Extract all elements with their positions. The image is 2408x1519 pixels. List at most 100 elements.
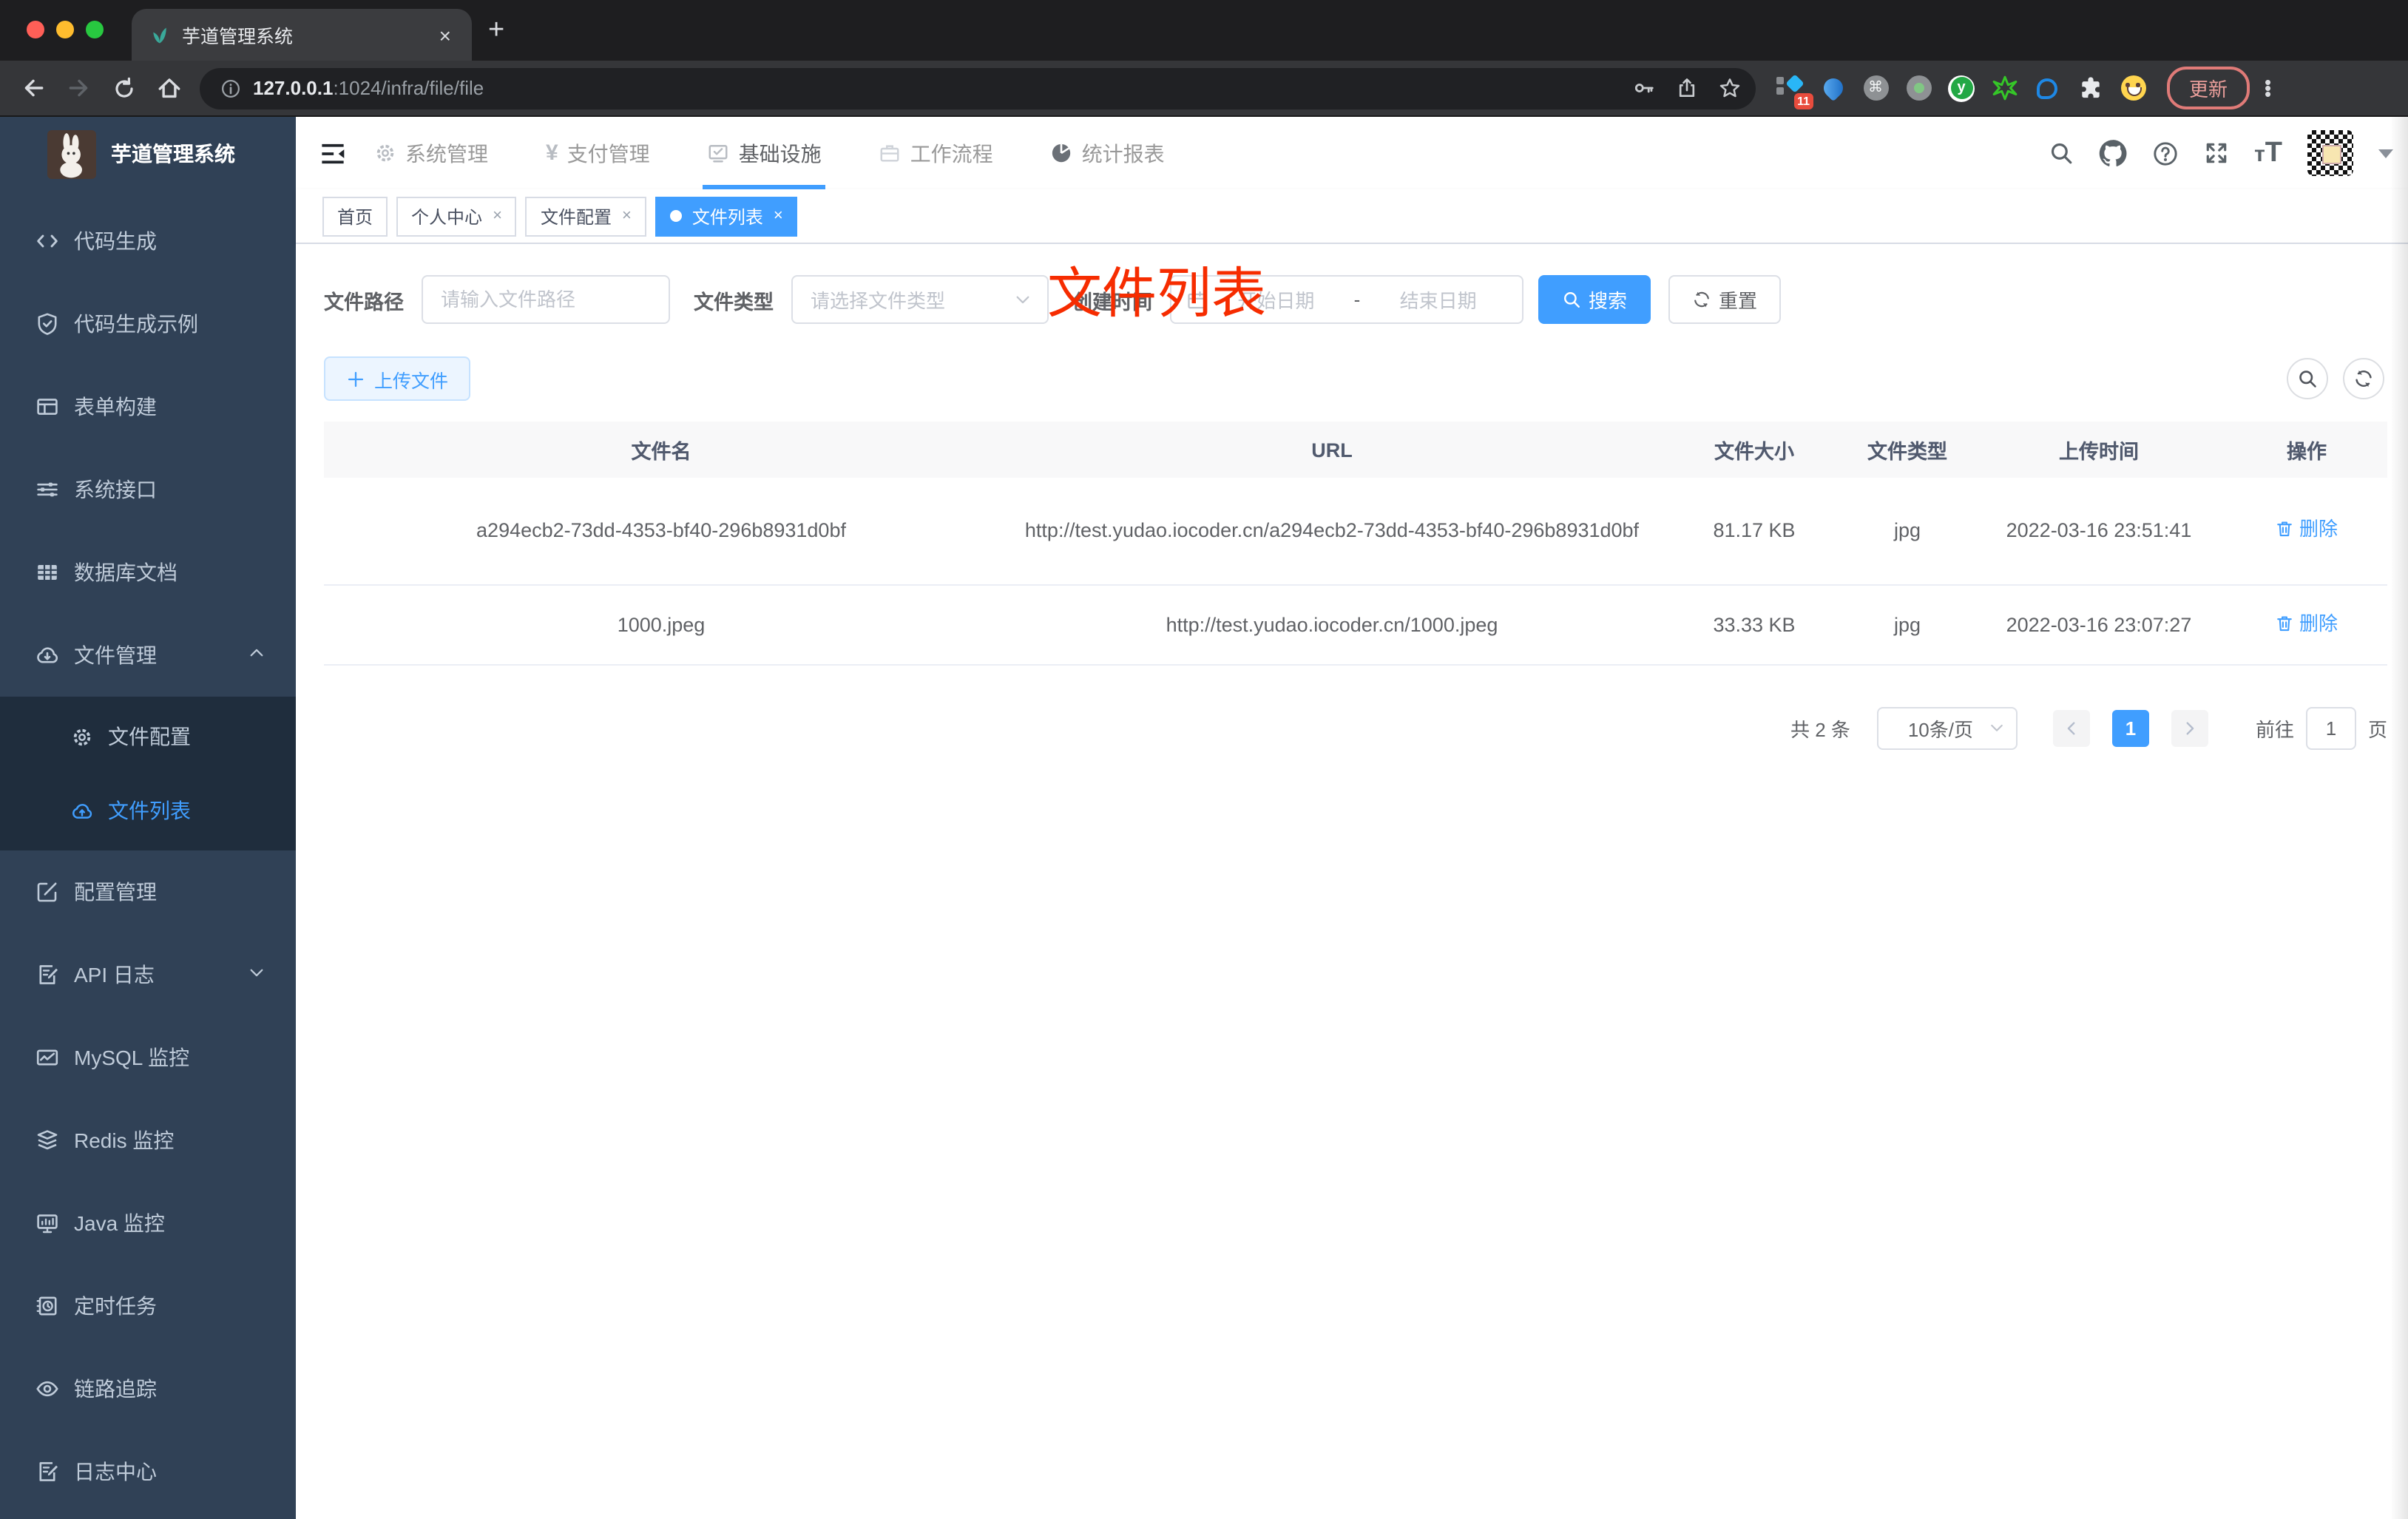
sidebar-item-file-config[interactable]: 文件配置 [0,700,296,774]
extension-puzzle-icon[interactable] [2077,75,2103,101]
browser-update-button[interactable]: 更新 [2167,67,2250,109]
chevron-down-icon [247,963,266,987]
sidebar-item-trace[interactable]: 链路追踪 [0,1347,296,1430]
nav-item-report[interactable]: 统计报表 [1046,117,1169,189]
tag-home[interactable]: 首页 [322,196,388,236]
zoom-window-button[interactable] [86,21,104,38]
nav-item-infrastructure[interactable]: 基础设施 [703,117,826,189]
extension-y-icon[interactable]: y [1948,75,1975,101]
close-icon[interactable]: × [774,207,783,225]
bookmark-star-icon[interactable] [1719,77,1741,99]
next-page-button[interactable] [2171,709,2208,746]
tab-favicon-leaf-icon [149,24,170,45]
minimize-window-button[interactable] [56,21,74,38]
col-url: URL [998,422,1665,478]
back-icon[interactable] [21,75,46,101]
extension-badge: 11 [1793,92,1813,109]
col-file-type: 文件类型 [1843,422,1972,478]
url-text[interactable]: 127.0.0.1:1024/infra/file/file [253,77,1621,99]
end-date-input[interactable]: 结束日期 [1369,285,1507,314]
close-icon[interactable]: × [493,207,502,225]
sidebar-item-config-management[interactable]: 配置管理 [0,850,296,933]
goto-page-input[interactable] [2305,706,2356,749]
collapse-sidebar-icon[interactable] [319,140,346,166]
avatar-caret-icon[interactable] [2378,149,2393,165]
file-type-select[interactable]: 请选择文件类型 [791,275,1049,324]
close-icon[interactable]: × [622,207,632,225]
font-size-icon[interactable]: тT [2254,137,2282,169]
extension-lens-icon[interactable] [2034,75,2060,101]
extension-emoji-icon[interactable] [2120,75,2146,101]
avatar[interactable] [2307,130,2353,176]
tag-file-list[interactable]: 文件列表 × [655,196,798,236]
sidebar-logo[interactable]: 芋道管理系统 [0,117,296,191]
tag-file-config[interactable]: 文件配置 × [525,196,646,236]
chevron-down-icon [1013,290,1032,309]
nav-item-workflow[interactable]: 工作流程 [875,117,998,189]
close-window-button[interactable] [27,21,44,38]
help-icon[interactable] [2152,140,2179,166]
toggle-search-button[interactable] [2287,358,2328,399]
home-icon[interactable] [157,75,182,101]
share-icon[interactable] [1676,77,1698,99]
chevron-right-icon [2180,718,2199,737]
extension-record-icon[interactable] [1905,75,1932,101]
file-path-label: 文件路径 [324,291,404,313]
sidebar-item-redis-monitor[interactable]: Redis 监控 [0,1099,296,1182]
sidebar: 芋道管理系统 代码生成 代码生成示例 表单构建 系统接口 数据库文档 文件管理 … [0,117,296,1519]
sidebar-item-code-example[interactable]: 代码生成示例 [0,283,296,365]
edit-icon [35,880,59,904]
delete-button[interactable]: 删除 [2276,512,2338,547]
cell-file-name: 1000.jpeg [324,584,998,665]
sidebar-item-code-gen[interactable]: 代码生成 [0,200,296,283]
nav-item-payment[interactable]: ¥ 支付管理 [541,117,655,189]
sidebar-item-java-monitor[interactable]: Java 监控 [0,1182,296,1265]
sidebar-item-api-log[interactable]: API 日志 [0,933,296,1016]
extension-balloon-icon[interactable] [1819,74,1847,102]
prev-page-button[interactable] [2052,709,2090,746]
address-bar[interactable]: 127.0.0.1:1024/infra/file/file [200,67,1756,109]
file-path-input[interactable] [422,275,670,324]
delete-button[interactable]: 删除 [2276,606,2338,640]
refresh-table-button[interactable] [2343,358,2384,399]
sidebar-item-db-doc[interactable]: 数据库文档 [0,531,296,614]
window-controls[interactable] [27,21,104,38]
sidebar-item-mysql-monitor[interactable]: MySQL 监控 [0,1016,296,1099]
gear-icon [71,725,93,748]
file-type-label: 文件类型 [694,291,774,313]
upload-file-button[interactable]: 上传文件 [324,356,471,401]
browser-tab-title: 芋道管理系统 [182,27,294,47]
sidebar-item-file-management[interactable]: 文件管理 [0,614,296,697]
new-tab-button[interactable]: + [488,15,504,47]
page-size-select[interactable]: 10条/页 [1876,706,2018,749]
extension-star-icon[interactable] [1991,75,2018,101]
sidebar-item-system-api[interactable]: 系统接口 [0,448,296,531]
fullscreen-icon[interactable] [2204,141,2229,166]
page-number-1[interactable]: 1 [2111,709,2149,746]
sidebar-item-file-list[interactable]: 文件列表 [0,774,296,848]
tab-close-icon[interactable]: × [433,23,457,47]
trash-icon [2276,520,2295,539]
extension-command-icon[interactable]: ⌘ [1862,75,1889,101]
nav-item-system[interactable]: 系统管理 [370,117,493,189]
github-icon[interactable] [2099,139,2127,167]
search-button[interactable]: 搜索 [1538,275,1651,324]
browser-menu-icon[interactable]: • • • [2265,72,2271,103]
app-header: 系统管理 ¥ 支付管理 基础设施 工作流程 统计报表 тT [296,117,2408,189]
site-info-icon[interactable] [220,78,241,98]
col-file-name: 文件名 [324,422,998,478]
browser-tab[interactable]: 芋道管理系统 × [132,9,472,61]
col-file-size: 文件大小 [1665,422,1843,478]
sidebar-item-scheduled-jobs[interactable]: 定时任务 [0,1265,296,1347]
search-icon[interactable] [2049,141,2074,166]
forward-icon[interactable] [67,75,92,101]
tag-profile[interactable]: 个人中心 × [396,196,517,236]
password-key-icon[interactable] [1633,77,1655,99]
eye-icon [35,1377,59,1401]
sidebar-item-log-center[interactable]: 日志中心 [0,1430,296,1513]
reload-icon[interactable] [112,76,136,100]
sidebar-item-form-builder[interactable]: 表单构建 [0,365,296,448]
extension-tabs-icon[interactable]: 11 [1776,73,1813,109]
main-content: 文件路径 文件类型 请选择文件类型 创建时间 开始日期 - 结束日期 搜索 [296,244,2408,1519]
reset-button[interactable]: 重置 [1668,275,1782,324]
